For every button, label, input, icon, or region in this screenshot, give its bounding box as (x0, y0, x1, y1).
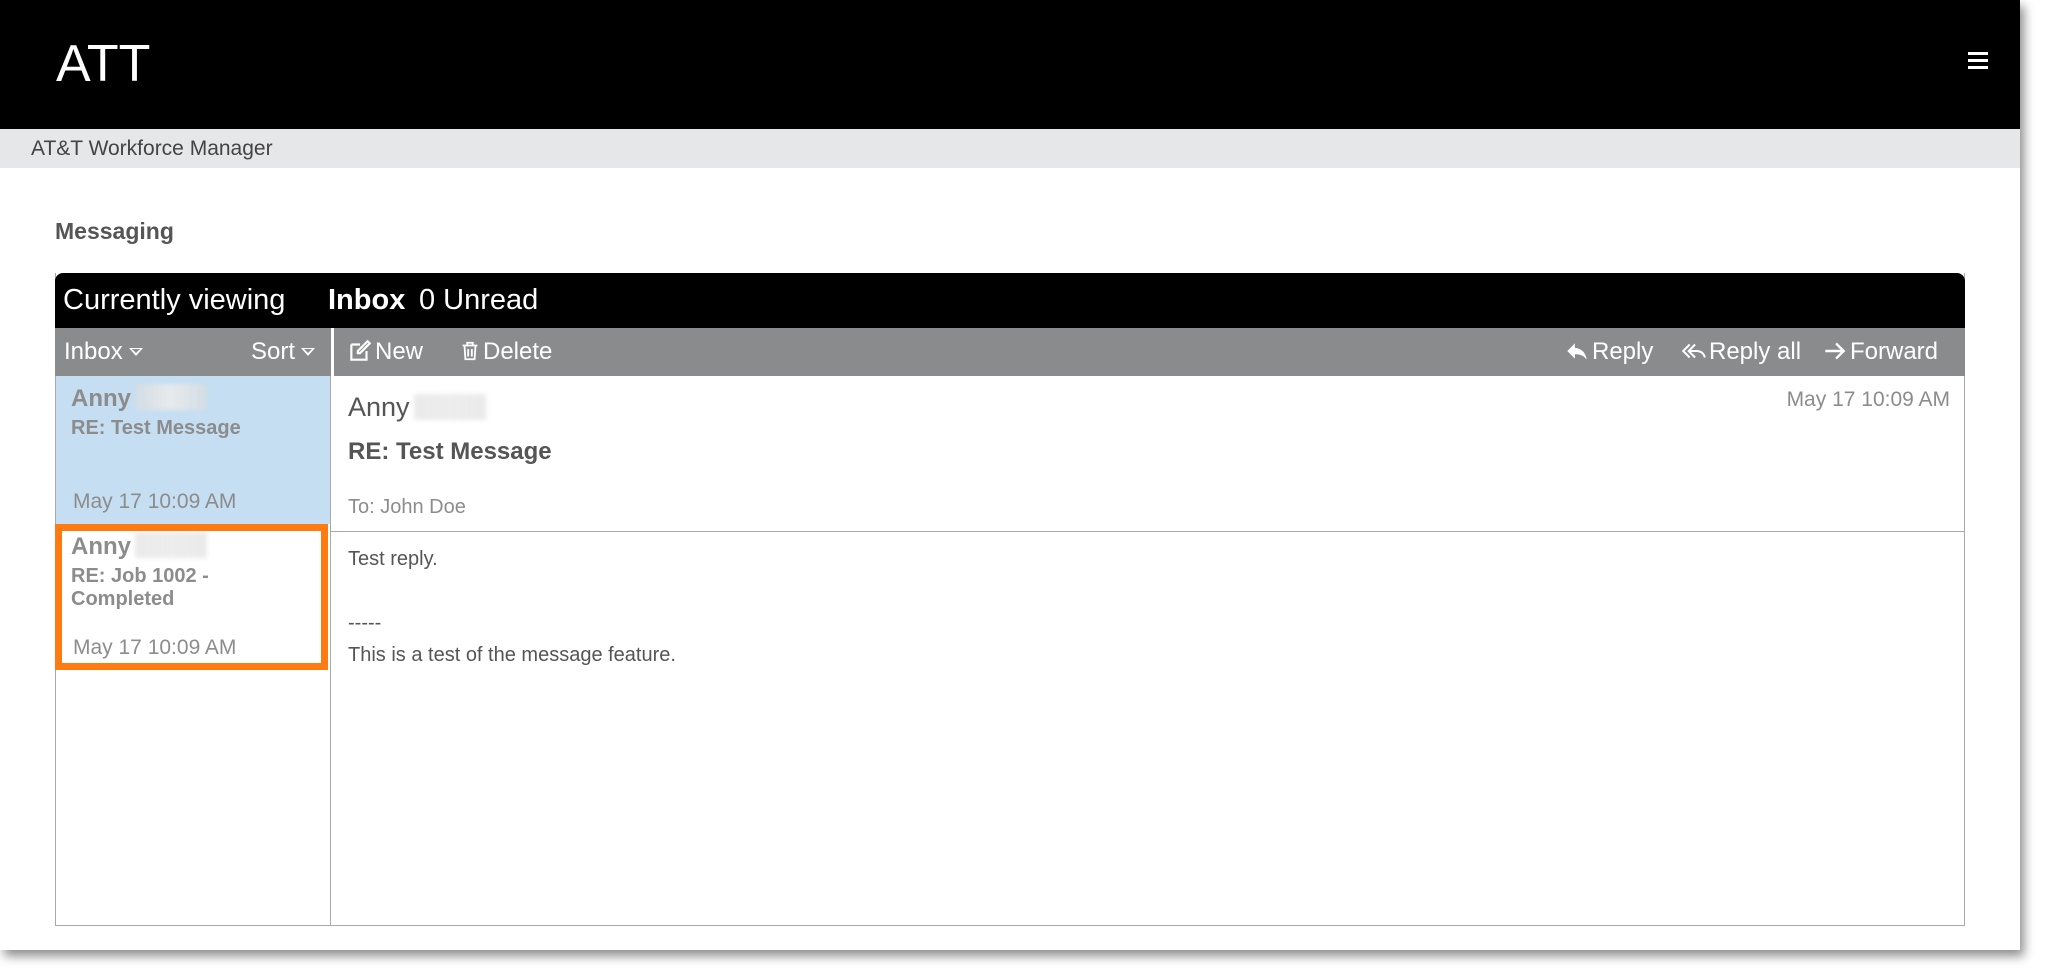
current-folder-name: Inbox (328, 284, 406, 316)
reader-sender-name: Anny (348, 392, 486, 423)
folder-dropdown-label: Inbox (64, 338, 123, 365)
body-text: This is a test of the message feature. (348, 644, 676, 666)
hamburger-menu-icon[interactable] (1968, 52, 1990, 72)
currently-viewing-label: Currently viewing (63, 284, 286, 316)
reply-all-button[interactable]: Reply all (1681, 328, 1801, 376)
message-toolbar: Inbox Sort New Delete Reply Reply all Fo… (55, 328, 1965, 376)
new-button[interactable]: New (347, 328, 423, 376)
compose-icon (350, 339, 372, 361)
reply-button[interactable]: Reply (1564, 328, 1653, 376)
message-list: Anny RE: Test Message May 17 10:09 AM An… (56, 376, 331, 925)
message-body: Test reply. ----- This is a test of the … (348, 543, 1948, 671)
delete-button-label: Delete (483, 338, 553, 365)
folder-dropdown[interactable]: Inbox (64, 328, 143, 376)
sort-dropdown[interactable]: Sort (251, 328, 316, 376)
message-reader-header: Anny May 17 10:09 AM RE: Test Message To… (331, 376, 1964, 532)
forward-button-label: Forward (1850, 338, 1939, 365)
app-subheader: AT&T Workforce Manager (0, 129, 2020, 168)
chevron-down-icon (301, 348, 316, 356)
list-toolbar: Inbox Sort (55, 328, 331, 376)
reply-all-icon (1681, 343, 1706, 359)
reader-subject: RE: Test Message (348, 438, 552, 465)
new-button-label: New (375, 338, 424, 365)
message-list-item[interactable]: Anny RE: Test Message May 17 10:09 AM (56, 376, 330, 524)
sort-dropdown-label: Sort (251, 338, 296, 365)
app-window: ATT AT&T Workforce Manager Messaging Cur… (0, 0, 2020, 950)
delete-button[interactable]: Delete (459, 328, 552, 376)
app-name: AT&T Workforce Manager (31, 137, 273, 160)
arrow-right-icon (1825, 342, 1846, 360)
trash-icon (462, 341, 478, 361)
reader-toolbar: New Delete Reply Reply all Forward (334, 328, 1965, 376)
reply-all-button-label: Reply all (1709, 338, 1802, 365)
reply-button-label: Reply (1592, 338, 1654, 365)
message-subject: RE: Job 1002 - Completed (71, 565, 209, 610)
chevron-down-icon (128, 348, 143, 356)
message-subject: RE: Test Message (71, 417, 241, 439)
message-list-item[interactable]: Anny RE: Job 1002 - Completed May 17 10:… (56, 524, 330, 670)
redacted-surname (135, 384, 207, 410)
redacted-surname (413, 394, 486, 420)
sender-name: Anny (71, 384, 315, 413)
message-date: May 17 10:09 AM (73, 636, 237, 659)
reader-recipient: To: John Doe (348, 496, 466, 518)
brand-logo: ATT (56, 35, 151, 93)
forward-button[interactable]: Forward (1822, 328, 1938, 376)
body-text: Test reply. (348, 548, 438, 570)
body-separator: ----- (348, 612, 382, 634)
sender-name: Anny (71, 532, 315, 561)
unread-count: 0 Unread (419, 284, 539, 316)
reader-date: May 17 10:09 AM (1786, 388, 1950, 411)
message-date: May 17 10:09 AM (73, 490, 237, 513)
panel-header: Currently viewing Inbox 0 Unread (55, 273, 1965, 328)
page-title: Messaging (55, 218, 174, 244)
top-header-bar: ATT (0, 0, 2020, 129)
redacted-surname (135, 532, 207, 558)
reply-icon (1567, 343, 1587, 360)
